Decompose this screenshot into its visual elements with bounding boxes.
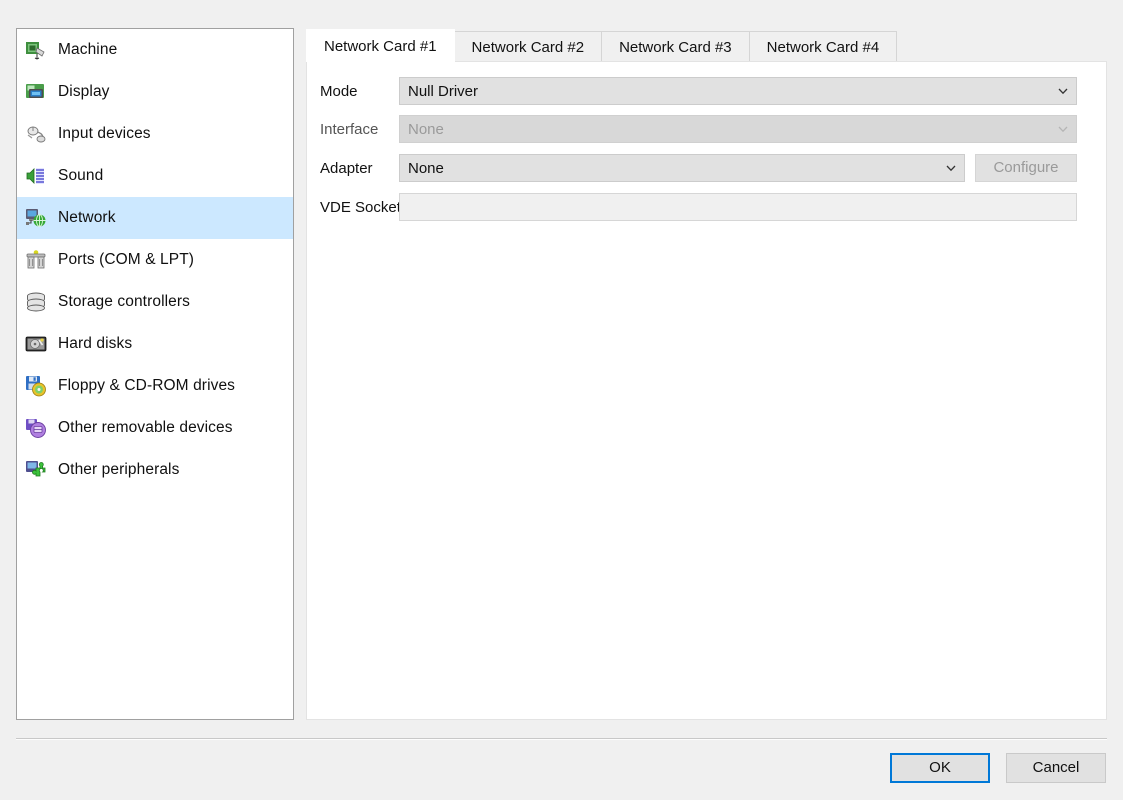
sidebar-item-sound[interactable]: Sound: [17, 155, 293, 197]
sidebar-item-network[interactable]: Network: [17, 197, 293, 239]
ports-icon: [25, 249, 47, 271]
adapter-dropdown[interactable]: None: [399, 154, 965, 182]
cancel-button[interactable]: Cancel: [1006, 753, 1106, 783]
interface-label: Interface: [320, 120, 379, 138]
sidebar-item-label: Storage controllers: [58, 293, 190, 310]
sidebar-item-other-peripherals[interactable]: Other peripherals: [17, 449, 293, 491]
chevron-down-icon: [945, 162, 956, 172]
adapter-value: None: [408, 159, 444, 177]
tab-network-card-2[interactable]: Network Card #2: [453, 31, 603, 62]
network-icon: [25, 207, 47, 229]
ok-button[interactable]: OK: [890, 753, 990, 783]
sidebar-item-label: Other removable devices: [58, 419, 233, 436]
network-card-tabstrip[interactable]: Network Card #1 Network Card #2 Network Ca…: [306, 29, 898, 62]
sidebar-item-machine[interactable]: Machine: [17, 29, 293, 71]
mode-label: Mode: [320, 82, 358, 100]
sidebar-item-floppy-cd-rom-drives[interactable]: Floppy & CD-ROM drives: [17, 365, 293, 407]
vde-socket-label: VDE Socket: [320, 198, 401, 216]
chevron-down-icon: [1057, 123, 1068, 133]
adapter-label: Adapter: [320, 159, 373, 177]
adapter-row: Adapter None Configure: [307, 154, 1097, 182]
chevron-down-icon: [1057, 85, 1068, 95]
tab-network-card-4[interactable]: Network Card #4: [748, 31, 898, 62]
machine-icon: [25, 39, 47, 61]
network-card-panel: Mode Null Driver Interface None Adapter …: [306, 61, 1107, 720]
sidebar-item-label: Hard disks: [58, 335, 133, 352]
interface-row: Interface None: [307, 115, 1097, 143]
other-removable-icon: [25, 417, 47, 439]
sidebar-item-label: Other peripherals: [58, 461, 180, 478]
sidebar-item-label: Machine: [58, 41, 118, 58]
tab-network-card-1[interactable]: Network Card #1: [306, 29, 455, 62]
interface-value: None: [408, 120, 444, 138]
sidebar-item-display[interactable]: Display: [17, 71, 293, 113]
sidebar-item-label: Network: [58, 209, 116, 226]
settings-category-list[interactable]: Machine Display Input devices Sound Network P…: [16, 28, 294, 720]
display-icon: [25, 81, 47, 103]
vde-socket-input[interactable]: [399, 193, 1077, 221]
tab-network-card-3[interactable]: Network Card #3: [601, 31, 750, 62]
sidebar-item-ports-com-lpt[interactable]: Ports (COM & LPT): [17, 239, 293, 281]
mode-row: Mode Null Driver: [307, 77, 1097, 105]
sidebar-item-label: Sound: [58, 167, 104, 184]
other-peripherals-icon: [25, 459, 47, 481]
sidebar-item-hard-disks[interactable]: Hard disks: [17, 323, 293, 365]
storage-controllers-icon: [25, 291, 47, 313]
input-devices-icon: [25, 123, 47, 145]
footer-separator: [16, 738, 1107, 740]
mode-value: Null Driver: [408, 82, 479, 100]
configure-button: Configure: [975, 154, 1077, 182]
mode-dropdown[interactable]: Null Driver: [399, 77, 1077, 105]
sidebar-item-other-removable-devices[interactable]: Other removable devices: [17, 407, 293, 449]
vde-socket-row: VDE Socket: [307, 193, 1097, 221]
sidebar-item-label: Ports (COM & LPT): [58, 251, 195, 268]
hard-disks-icon: [25, 333, 47, 355]
sidebar-item-storage-controllers[interactable]: Storage controllers: [17, 281, 293, 323]
floppy-cdrom-icon: [25, 375, 47, 397]
sidebar-item-label: Input devices: [58, 125, 151, 142]
sound-icon: [25, 165, 47, 187]
sidebar-item-label: Display: [58, 83, 110, 100]
interface-dropdown: None: [399, 115, 1077, 143]
sidebar-item-input-devices[interactable]: Input devices: [17, 113, 293, 155]
sidebar-item-label: Floppy & CD-ROM drives: [58, 377, 236, 394]
